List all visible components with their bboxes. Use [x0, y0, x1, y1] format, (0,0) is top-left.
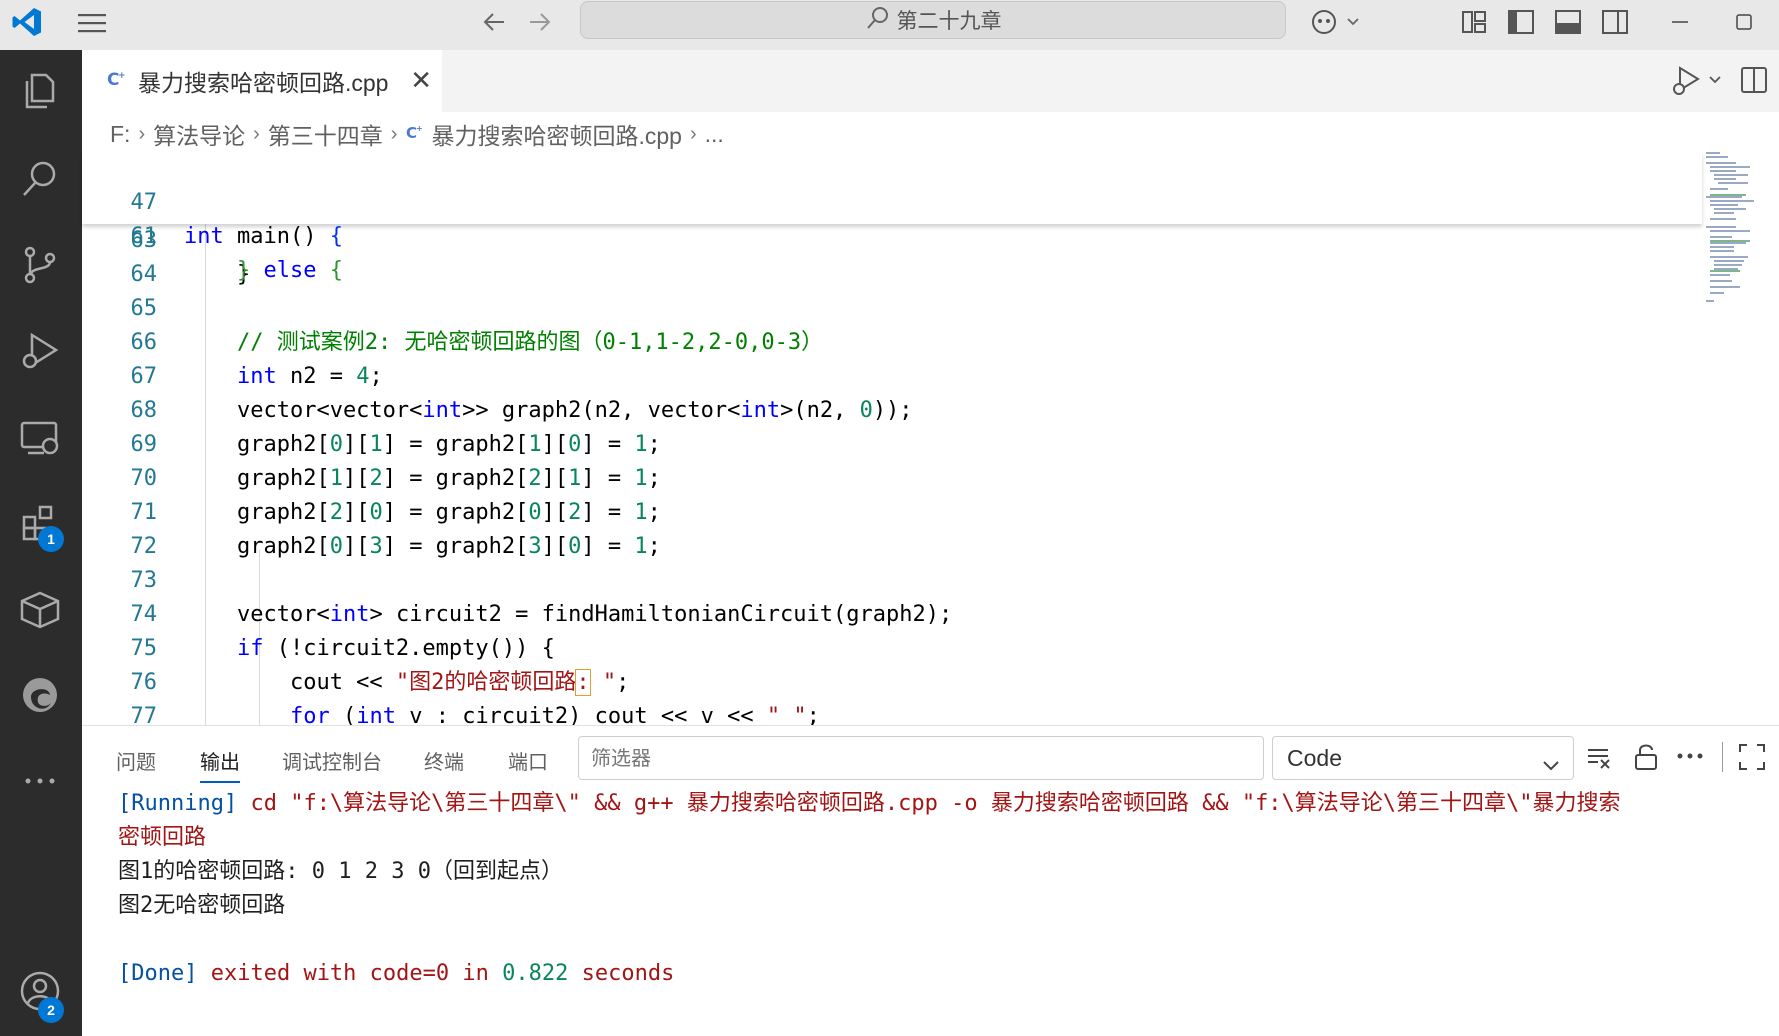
toggle-secondary-sidebar-icon[interactable]	[1601, 8, 1629, 40]
activity-bar: 1 2	[0, 50, 82, 1036]
clear-output-icon[interactable]	[1586, 744, 1614, 776]
tab-output[interactable]: 输出	[200, 746, 240, 783]
search-icon	[865, 5, 891, 36]
keyword: int	[184, 224, 224, 249]
accounts-badge: 2	[38, 997, 64, 1023]
edge-icon[interactable]	[17, 672, 63, 718]
tab-terminal[interactable]: 终端	[424, 746, 464, 775]
maximize-panel-icon[interactable]	[1738, 743, 1766, 775]
output-command-line: [Running] cd "f:\算法导论\第三十四章\" && g++ 暴力搜…	[118, 787, 1621, 821]
code-line[interactable]: 67 vector<vector<int>> graph2(n2, vector…	[82, 326, 1702, 423]
output-channel-value: Code	[1287, 745, 1342, 771]
customize-layout-icon[interactable]	[1460, 8, 1488, 40]
line-number: 77	[130, 704, 158, 725]
forward-arrow-icon[interactable]	[526, 8, 554, 40]
elapsed-time: 0.822	[502, 961, 569, 986]
chevron-down-icon	[1541, 747, 1561, 789]
output-result-2: 图2无哈密顿回路	[118, 893, 286, 918]
copilot-icon[interactable]	[1308, 6, 1362, 42]
editor-tab[interactable]: C + 暴力搜索哈密顿回路.cpp ✕	[82, 50, 442, 112]
code-line[interactable]: 73 vector<int> circuit2 = findHamiltonia…	[82, 530, 1702, 627]
code-line[interactable]: 68 graph2[0][1] = graph2[1][0] = 1;	[82, 360, 1702, 457]
bottom-panel: 问题 输出 调试控制台 终端 端口 筛选器 Code [Running] cd …	[82, 725, 1779, 1036]
breadcrumb-drive[interactable]: F:	[110, 121, 130, 148]
code-text: for (int v : circuit2) cout << v << " ";	[289, 704, 820, 725]
title-bar: 第二十九章	[0, 0, 1779, 50]
toggle-panel-icon[interactable]	[1554, 8, 1582, 40]
back-arrow-icon[interactable]	[480, 8, 508, 40]
panel-divider	[1722, 742, 1723, 772]
editor-tab-strip: C + 暴力搜索哈密顿回路.cpp ✕	[82, 50, 1779, 112]
command-center-search[interactable]: 第二十九章	[580, 1, 1286, 39]
code-line[interactable]: 71 graph2[0][3] = graph2[3][0] = 1;	[82, 462, 1702, 559]
time-unit: seconds	[568, 961, 675, 986]
cpp-file-icon: C +	[405, 121, 425, 148]
minimap[interactable]	[1706, 150, 1766, 320]
editor-tab-label: 暴力搜索哈密顿回路.cpp	[138, 70, 389, 96]
more-icon[interactable]	[17, 758, 63, 804]
brace: {	[329, 224, 343, 249]
code-line[interactable]: 70 graph2[2][0] = graph2[0][2] = 1;	[82, 428, 1702, 525]
running-tag: [Running]	[118, 791, 238, 816]
breadcrumb: F: › 算法导论 › 第三十四章 › C + 暴力搜索哈密顿回路.cpp › .…	[110, 118, 724, 150]
output-channel-select[interactable]: Code	[1272, 736, 1574, 780]
package-icon[interactable]	[17, 586, 63, 632]
done-in: in	[449, 961, 503, 986]
extensions-badge: 1	[38, 526, 64, 552]
source-control-icon[interactable]	[17, 242, 63, 288]
code-line[interactable]: 77 cout << circuit2[0] << endl;	[82, 666, 1702, 725]
menu-icon[interactable]	[76, 10, 108, 36]
code-line[interactable]: 66 int n2 = 4;	[82, 292, 1702, 389]
more-actions-icon[interactable]	[1676, 746, 1704, 770]
output-command-continuation: 密顿回路	[118, 825, 207, 850]
filter-input[interactable]: 筛选器	[578, 736, 1264, 780]
lock-scroll-icon[interactable]	[1632, 742, 1660, 776]
search-text: 第二十九章	[896, 9, 1002, 33]
toggle-primary-sidebar-icon[interactable]	[1507, 8, 1535, 40]
code-line[interactable]: 69 graph2[1][2] = graph2[2][1] = 1;	[82, 394, 1702, 491]
svg-text:+: +	[118, 71, 126, 81]
close-tab-icon[interactable]: ✕	[410, 66, 432, 96]
breadcrumb-more[interactable]: ...	[705, 121, 724, 148]
breadcrumb-file[interactable]: 暴力搜索哈密顿回路.cpp	[431, 117, 681, 151]
exit-code: code=0	[369, 961, 450, 986]
minimize-icon[interactable]	[1666, 8, 1694, 40]
output-result-1: 图1的哈密顿回路: 0 1 2 3 0（回到起点）	[118, 859, 563, 884]
code-line[interactable]: 76 for (int v : circuit2) cout << v << "…	[82, 632, 1702, 725]
breadcrumb-folder-1[interactable]: 算法导论	[153, 117, 245, 151]
split-editor-icon[interactable]	[1740, 66, 1768, 98]
tab-problems[interactable]: 问题	[116, 746, 156, 775]
sticky-line[interactable]: 61 } else {	[82, 186, 1702, 283]
breadcrumb-folder-2[interactable]: 第三十四章	[268, 117, 383, 151]
tab-ports[interactable]: 端口	[508, 746, 548, 775]
sticky-scroll: 47 int main() { 61 } else {	[82, 152, 1702, 283]
run-code-icon[interactable]	[1670, 62, 1726, 102]
chevron-right-icon: ›	[390, 122, 398, 145]
code-line[interactable]: 74 if (!circuit2.empty()) {	[82, 564, 1702, 661]
svg-text:+: +	[416, 124, 423, 133]
vscode-logo-icon	[10, 5, 44, 39]
chevron-right-icon: ›	[253, 122, 260, 145]
code-text: } else {	[236, 258, 343, 283]
done-tag: [Done]	[118, 961, 198, 986]
maximize-icon[interactable]	[1730, 8, 1758, 40]
search-icon[interactable]	[17, 156, 63, 202]
chevron-right-icon: ›	[138, 122, 146, 145]
output-done-line: [Done] exited with code=0 in 0.822 secon…	[118, 957, 674, 991]
chevron-right-icon: ›	[689, 122, 697, 145]
done-text: exited with	[197, 961, 370, 986]
cpp-file-icon: C +	[106, 68, 128, 94]
code-text: int main() {	[184, 224, 343, 249]
code-line[interactable]: 72	[82, 496, 1702, 559]
line-number: 61	[130, 224, 158, 249]
sticky-line[interactable]: 47 int main() {	[82, 152, 1702, 249]
command-text: cd "f:\算法导论\第三十四章\" && g++ 暴力搜索哈密顿回路.cpp…	[237, 791, 1621, 816]
code-line[interactable]: 75 cout << "图2的哈密顿回路: ";	[82, 598, 1702, 696]
tab-debug-console[interactable]: 调试控制台	[282, 746, 382, 775]
remote-explorer-icon[interactable]	[17, 414, 63, 460]
explorer-icon[interactable]	[17, 68, 63, 114]
run-debug-icon[interactable]	[17, 328, 63, 374]
